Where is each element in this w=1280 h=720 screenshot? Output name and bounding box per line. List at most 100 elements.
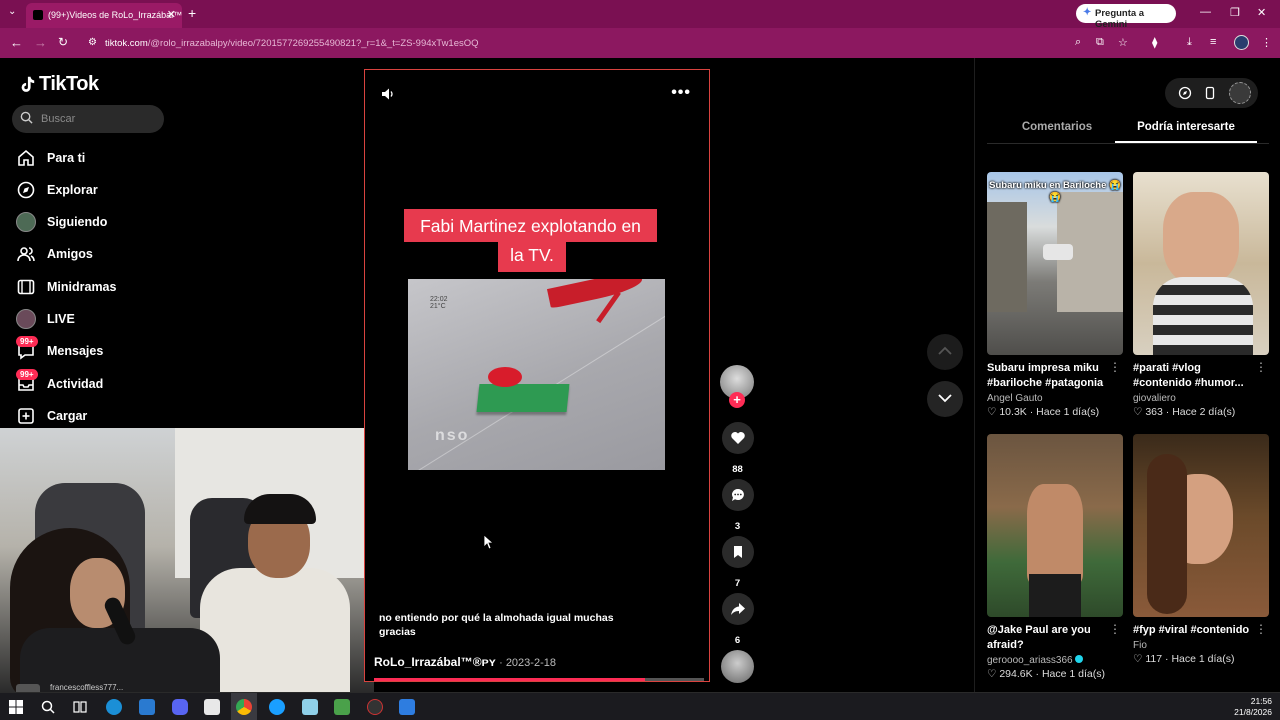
video-thumbnail[interactable] — [1133, 172, 1269, 355]
comment-button[interactable]: 3 — [721, 479, 754, 532]
obs-icon[interactable] — [367, 699, 383, 715]
extensions-icon[interactable]: ⧫ — [1152, 36, 1157, 49]
chevron-down-icon — [938, 394, 952, 403]
search-input[interactable]: Buscar — [12, 105, 164, 133]
card-author[interactable]: giovaliero — [1133, 393, 1269, 404]
comment-count: 3 — [734, 521, 741, 532]
restore-icon[interactable]: ❐ — [1230, 6, 1240, 19]
video-author[interactable]: RoLo_Irrazábal™®ᴘʏ · 2023-2-18 — [374, 655, 556, 669]
clock-time: 21:56 — [1250, 696, 1272, 706]
chrome-menu-icon[interactable]: ⋮ — [1261, 36, 1272, 49]
site-info-icon[interactable]: ⚙ — [88, 37, 97, 48]
heart-icon — [730, 432, 745, 444]
app-icon[interactable] — [334, 699, 350, 715]
sidebar-item-live[interactable]: LIVE — [16, 306, 196, 332]
windows-start-icon[interactable] — [8, 699, 24, 715]
sidebar-item-minidramas[interactable]: Minidramas — [16, 274, 196, 300]
previous-video-button[interactable] — [927, 334, 963, 370]
suggested-video-card[interactable]: Subaru miku en Bariloche 😭😭 ⋮ Subaru imp… — [987, 172, 1123, 418]
clock-date: 21/8/2026 — [1234, 707, 1272, 717]
outlook-icon[interactable] — [139, 699, 155, 715]
like-count: 88 — [732, 464, 743, 475]
discord-icon[interactable] — [172, 699, 188, 715]
suggested-video-card[interactable]: ⋮ @Jake Paul are you afraid? geroooo_ari… — [987, 434, 1123, 680]
gemini-button[interactable]: ✦ Pregunta a Gemini — [1076, 4, 1176, 30]
media-control-icon[interactable]: ≡ — [1210, 36, 1216, 48]
profile-avatar[interactable] — [1234, 35, 1249, 50]
app-icon[interactable] — [399, 699, 415, 715]
card-author[interactable]: geroooo_ariass366 — [987, 655, 1123, 666]
download-icon[interactable]: ⤓ — [1187, 36, 1192, 49]
friends-icon — [17, 247, 35, 262]
streamer-body — [200, 568, 350, 692]
green-gift-box — [476, 384, 570, 412]
suggested-video-card[interactable]: ⋮ #parati #vlog #contenido #humor... gio… — [1133, 172, 1269, 418]
back-icon[interactable]: ← — [10, 35, 23, 50]
zoom-icon[interactable]: ⌕ — [1075, 36, 1081, 49]
card-menu-icon[interactable]: ⋮ — [1109, 360, 1121, 374]
video-thumbnail[interactable] — [1133, 434, 1269, 617]
save-count: 7 — [734, 578, 741, 589]
sidebar-item-amigos[interactable]: Amigos — [16, 241, 196, 267]
messages-badge: 99+ — [16, 336, 38, 347]
like-button[interactable]: 88 — [721, 422, 754, 475]
card-menu-icon[interactable]: ⋮ — [1255, 360, 1267, 374]
tiktok-logo[interactable]: TikTok — [18, 73, 99, 96]
close-window-icon[interactable]: ✕ — [1257, 6, 1266, 19]
video-progress-bar[interactable] — [374, 678, 704, 681]
sidebar-item-siguiendo[interactable]: Siguiendo — [16, 209, 196, 235]
card-author[interactable]: Fio — [1133, 640, 1269, 651]
card-menu-icon[interactable]: ⋮ — [1109, 622, 1121, 636]
phone-icon[interactable] — [1203, 86, 1217, 100]
card-menu-icon[interactable]: ⋮ — [1255, 622, 1267, 636]
system-clock[interactable]: 21:56 21/8/2026 — [1234, 696, 1272, 718]
compass-small-icon[interactable] — [1178, 86, 1192, 100]
more-options-icon[interactable]: ••• — [671, 84, 691, 102]
sidebar-item-para-ti[interactable]: Para ti — [16, 145, 196, 171]
minimize-icon[interactable]: — — [1200, 6, 1211, 18]
edge-icon[interactable] — [106, 699, 122, 715]
card-author[interactable]: Angel Gauto — [987, 393, 1123, 404]
app-icon[interactable] — [302, 699, 318, 715]
video-thumbnail[interactable] — [987, 434, 1123, 617]
sidebar-item-mensajes[interactable]: 99+ Mensajes — [16, 336, 196, 364]
shirtless-person — [1027, 484, 1083, 584]
video-player[interactable]: ••• Fabi Martinez explotando en la TV. 2… — [364, 69, 710, 682]
compass-icon — [17, 181, 35, 199]
sidebar-item-actividad[interactable]: 99+ Actividad — [16, 369, 196, 397]
author-name[interactable]: RoLo_Irrazábal™®ᴘʏ — [374, 655, 496, 669]
card-title: #parati #vlog #contenido #humor... — [1133, 362, 1244, 389]
next-video-button[interactable] — [927, 381, 963, 417]
video-thumbnail[interactable]: Subaru miku en Bariloche 😭😭 — [987, 172, 1123, 355]
card-age: Hace 2 día(s) — [1172, 406, 1236, 418]
sidebar-item-explorar[interactable]: Explorar — [16, 177, 196, 203]
install-app-icon[interactable]: ⧉ — [1096, 36, 1104, 49]
follow-plus-icon[interactable]: + — [729, 392, 745, 408]
close-tab-icon[interactable]: ✕ — [167, 8, 176, 21]
chevron-up-icon — [938, 346, 952, 355]
red-heel-shoe — [546, 279, 645, 309]
steam-icon[interactable] — [269, 699, 285, 715]
volume-icon[interactable] — [381, 87, 395, 101]
browser-tab[interactable]: (99+)Videos de RoLo_Irrazábal™... ✕ — [26, 3, 182, 28]
tab-search-icon[interactable]: ⌄ — [8, 6, 16, 17]
app-icon[interactable] — [204, 699, 220, 715]
reload-icon[interactable]: ↻ — [58, 35, 68, 49]
bookmark-star-icon[interactable]: ☆ — [1118, 36, 1128, 49]
long-hair — [1147, 454, 1187, 614]
save-button[interactable]: 7 — [721, 536, 754, 589]
sidebar-item-cargar[interactable]: Cargar — [16, 403, 196, 429]
sound-disc-avatar[interactable] — [721, 650, 754, 683]
suggested-video-card[interactable]: ⋮ #fyp #viral #contenido Fio ♡ 117 · Hac… — [1133, 434, 1269, 665]
chrome-icon[interactable] — [236, 699, 252, 715]
share-button[interactable]: 6 — [721, 593, 754, 646]
user-avatar[interactable] — [1229, 82, 1251, 104]
taskbar-search-icon[interactable] — [40, 699, 56, 715]
forward-icon[interactable]: → — [34, 35, 47, 50]
tab-comentarios[interactable]: Comentarios — [1015, 121, 1099, 133]
tab-podria-interesarte[interactable]: Podría interesarte — [1125, 121, 1247, 133]
new-tab-icon[interactable]: + — [188, 5, 196, 21]
card-title: #fyp #viral #contenido — [1133, 624, 1250, 636]
task-view-icon[interactable] — [72, 699, 88, 715]
url-field[interactable]: ⚙ tiktok.com/@rolo_irrazabalpy/video/720… — [84, 32, 1174, 54]
